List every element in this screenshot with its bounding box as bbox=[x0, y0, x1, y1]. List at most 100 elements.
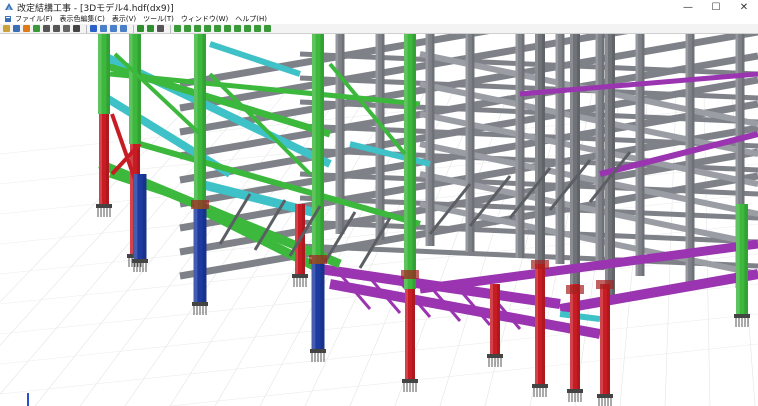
view-side-icon[interactable] bbox=[110, 25, 117, 32]
column-highlight bbox=[133, 174, 138, 259]
joint-plate bbox=[531, 260, 549, 269]
rotate-icon[interactable] bbox=[33, 25, 40, 32]
menu-tools[interactable]: ツール(T) bbox=[143, 14, 174, 24]
column-highlight bbox=[98, 34, 102, 114]
column-highlight bbox=[570, 34, 573, 294]
layer-8-icon[interactable] bbox=[244, 25, 251, 32]
green-beam bbox=[109, 71, 421, 107]
menu-help[interactable]: ヘルプ(H) bbox=[235, 14, 267, 24]
toolbar-separator bbox=[133, 24, 134, 33]
base-plate bbox=[532, 384, 548, 388]
column-highlight bbox=[425, 34, 429, 246]
column-shade bbox=[577, 34, 580, 294]
toolbar-separator bbox=[170, 24, 171, 33]
view-top-icon[interactable] bbox=[120, 25, 127, 32]
ground-grid-line bbox=[167, 343, 758, 406]
structural-model-view[interactable] bbox=[0, 34, 758, 406]
column-highlight bbox=[515, 34, 519, 258]
column-shade bbox=[521, 34, 525, 258]
column-highlight bbox=[600, 284, 603, 394]
layer-7-icon[interactable] bbox=[234, 25, 241, 32]
maximize-button[interactable]: ☐ bbox=[702, 0, 730, 14]
column-highlight bbox=[465, 34, 469, 252]
toolbar bbox=[0, 24, 758, 34]
joint-plate bbox=[566, 285, 584, 294]
column-shade bbox=[691, 34, 695, 282]
menu-window[interactable]: ウィンドウ(W) bbox=[181, 14, 228, 24]
column-highlight bbox=[295, 204, 298, 274]
column-shade bbox=[577, 284, 580, 389]
arrow-up-icon[interactable] bbox=[23, 25, 30, 32]
minimize-button[interactable]: — bbox=[674, 0, 702, 14]
move-icon[interactable] bbox=[137, 25, 144, 32]
column-shade bbox=[561, 34, 565, 264]
column-shade bbox=[106, 34, 110, 114]
layer-6-icon[interactable] bbox=[224, 25, 231, 32]
column-shade bbox=[497, 284, 500, 354]
column-shade bbox=[744, 204, 748, 314]
joint-plate bbox=[401, 270, 419, 279]
view-front-icon[interactable] bbox=[100, 25, 107, 32]
base-plate bbox=[132, 259, 148, 263]
menu-bar: ファイル(F) 表示色編集(C) 表示(V) ツール(T) ウィンドウ(W) ヘ… bbox=[0, 14, 758, 24]
menu-view[interactable]: 表示(V) bbox=[112, 14, 136, 24]
layer-10-icon[interactable] bbox=[264, 25, 271, 32]
pan-icon[interactable] bbox=[53, 25, 60, 32]
menu-file[interactable]: ファイル(F) bbox=[15, 14, 53, 24]
base-plate bbox=[402, 379, 418, 383]
title-bar: 改定結構工事 - [3Dモデル4.hdf(dx9)] — ☐ ✕ bbox=[0, 0, 758, 14]
ground-grid-line bbox=[0, 93, 257, 395]
base-plate bbox=[734, 314, 750, 318]
layer-4-icon[interactable] bbox=[204, 25, 211, 32]
base-plate bbox=[292, 274, 308, 278]
layer-5-icon[interactable] bbox=[214, 25, 221, 32]
base-plate bbox=[192, 302, 208, 306]
column-highlight bbox=[535, 34, 538, 284]
column-highlight bbox=[335, 34, 339, 234]
base-plate bbox=[310, 349, 326, 353]
column-shade bbox=[412, 274, 415, 379]
column-highlight bbox=[635, 34, 639, 276]
document-icon bbox=[5, 16, 11, 22]
column-shade bbox=[137, 34, 141, 144]
column-shade bbox=[202, 204, 207, 302]
column-highlight bbox=[736, 204, 740, 314]
column-shade bbox=[320, 259, 325, 349]
column-highlight bbox=[685, 34, 689, 282]
column-highlight bbox=[129, 34, 133, 144]
column-shade bbox=[381, 34, 385, 240]
column-shade bbox=[641, 34, 645, 276]
column-highlight bbox=[535, 264, 538, 384]
close-button[interactable]: ✕ bbox=[730, 0, 758, 14]
joint-plate bbox=[191, 200, 209, 209]
save-icon[interactable] bbox=[13, 25, 20, 32]
column-shade bbox=[542, 34, 545, 284]
ground-grid-line bbox=[0, 313, 758, 395]
grid-icon[interactable] bbox=[63, 25, 70, 32]
column-shade bbox=[542, 264, 545, 384]
column-highlight bbox=[404, 34, 408, 289]
layer-2-icon[interactable] bbox=[184, 25, 191, 32]
joint-plate bbox=[596, 280, 614, 289]
cursor-icon[interactable] bbox=[157, 25, 164, 32]
base-plate bbox=[567, 389, 583, 393]
layer-9-icon[interactable] bbox=[254, 25, 261, 32]
column-shade bbox=[431, 34, 435, 246]
open-icon[interactable] bbox=[3, 25, 10, 32]
zoom-icon[interactable] bbox=[43, 25, 50, 32]
fit-icon[interactable] bbox=[73, 25, 80, 32]
select-icon[interactable] bbox=[90, 25, 97, 32]
app-logo-icon bbox=[5, 3, 13, 10]
column-shade bbox=[202, 34, 206, 209]
base-plate bbox=[96, 204, 112, 208]
layer-1-icon[interactable] bbox=[174, 25, 181, 32]
3d-viewport[interactable] bbox=[0, 34, 758, 406]
column-highlight bbox=[555, 34, 559, 264]
base-plate bbox=[487, 354, 503, 358]
menu-color-edit[interactable]: 表示色編集(C) bbox=[60, 14, 105, 24]
ground-grid-line bbox=[34, 93, 285, 406]
base-plate bbox=[597, 394, 613, 398]
window-title: 改定結構工事 - [3Dモデル4.hdf(dx9)] bbox=[17, 3, 174, 14]
layer-3-icon[interactable] bbox=[194, 25, 201, 32]
next-icon[interactable] bbox=[147, 25, 154, 32]
